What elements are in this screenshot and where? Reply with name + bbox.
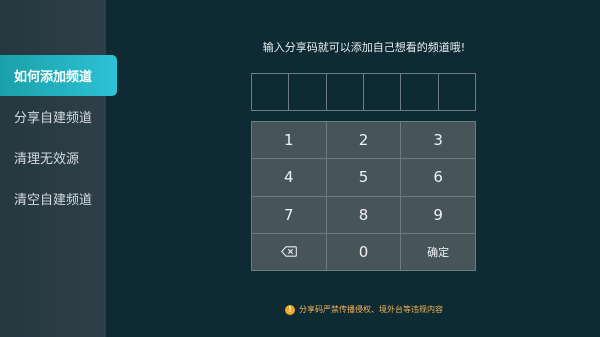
code-digit-box[interactable] (439, 74, 475, 110)
backspace-key[interactable] (252, 233, 326, 270)
key-3[interactable]: 3 (401, 122, 475, 159)
confirm-button[interactable]: 确定 (401, 233, 475, 270)
backspace-icon (280, 246, 297, 258)
code-digit-box[interactable] (327, 74, 364, 110)
code-digit-box[interactable] (289, 74, 327, 110)
key-6[interactable]: 6 (401, 159, 475, 196)
menu-item-clear-custom[interactable]: 清空自建频道 (0, 178, 106, 219)
menu-item-label: 清空自建频道 (14, 193, 93, 208)
menu-item-label: 如何添加频道 (14, 70, 93, 85)
code-digit-box[interactable] (364, 74, 402, 110)
menu-item-clean-invalid[interactable]: 清理无效源 (0, 137, 106, 178)
exclamation-icon: ! (285, 304, 295, 315)
warning-notice: ! 分享码严禁传播侵权、境外台等违规内容 (252, 304, 476, 315)
key-4[interactable]: 4 (252, 159, 326, 196)
warning-text: 分享码严禁传播侵权、境外台等违规内容 (299, 305, 443, 314)
menu-item-share[interactable]: 分享自建频道 (0, 96, 106, 137)
key-1[interactable]: 1 (252, 122, 326, 159)
menu-item-how-to-add[interactable]: 如何添加频道 (0, 55, 117, 96)
key-9[interactable]: 9 (401, 196, 475, 233)
code-digit-box[interactable] (252, 74, 290, 110)
key-5[interactable]: 5 (326, 159, 401, 196)
number-keypad: 1 2 3 4 5 6 7 8 9 0 确定 (251, 121, 476, 271)
key-7[interactable]: 7 (252, 196, 326, 233)
sidebar: 如何添加频道 分享自建频道 清理无效源 清空自建频道 (0, 0, 117, 337)
key-0[interactable]: 0 (326, 233, 401, 270)
menu-item-label: 分享自建频道 (14, 111, 93, 126)
key-2[interactable]: 2 (326, 122, 401, 159)
key-8[interactable]: 8 (326, 196, 401, 233)
menu-item-label: 清理无效源 (14, 152, 80, 167)
share-code-input[interactable] (251, 73, 476, 111)
code-digit-box[interactable] (401, 74, 439, 110)
page-title: 输入分享码就可以添加自己想看的频道哦! (262, 41, 466, 54)
